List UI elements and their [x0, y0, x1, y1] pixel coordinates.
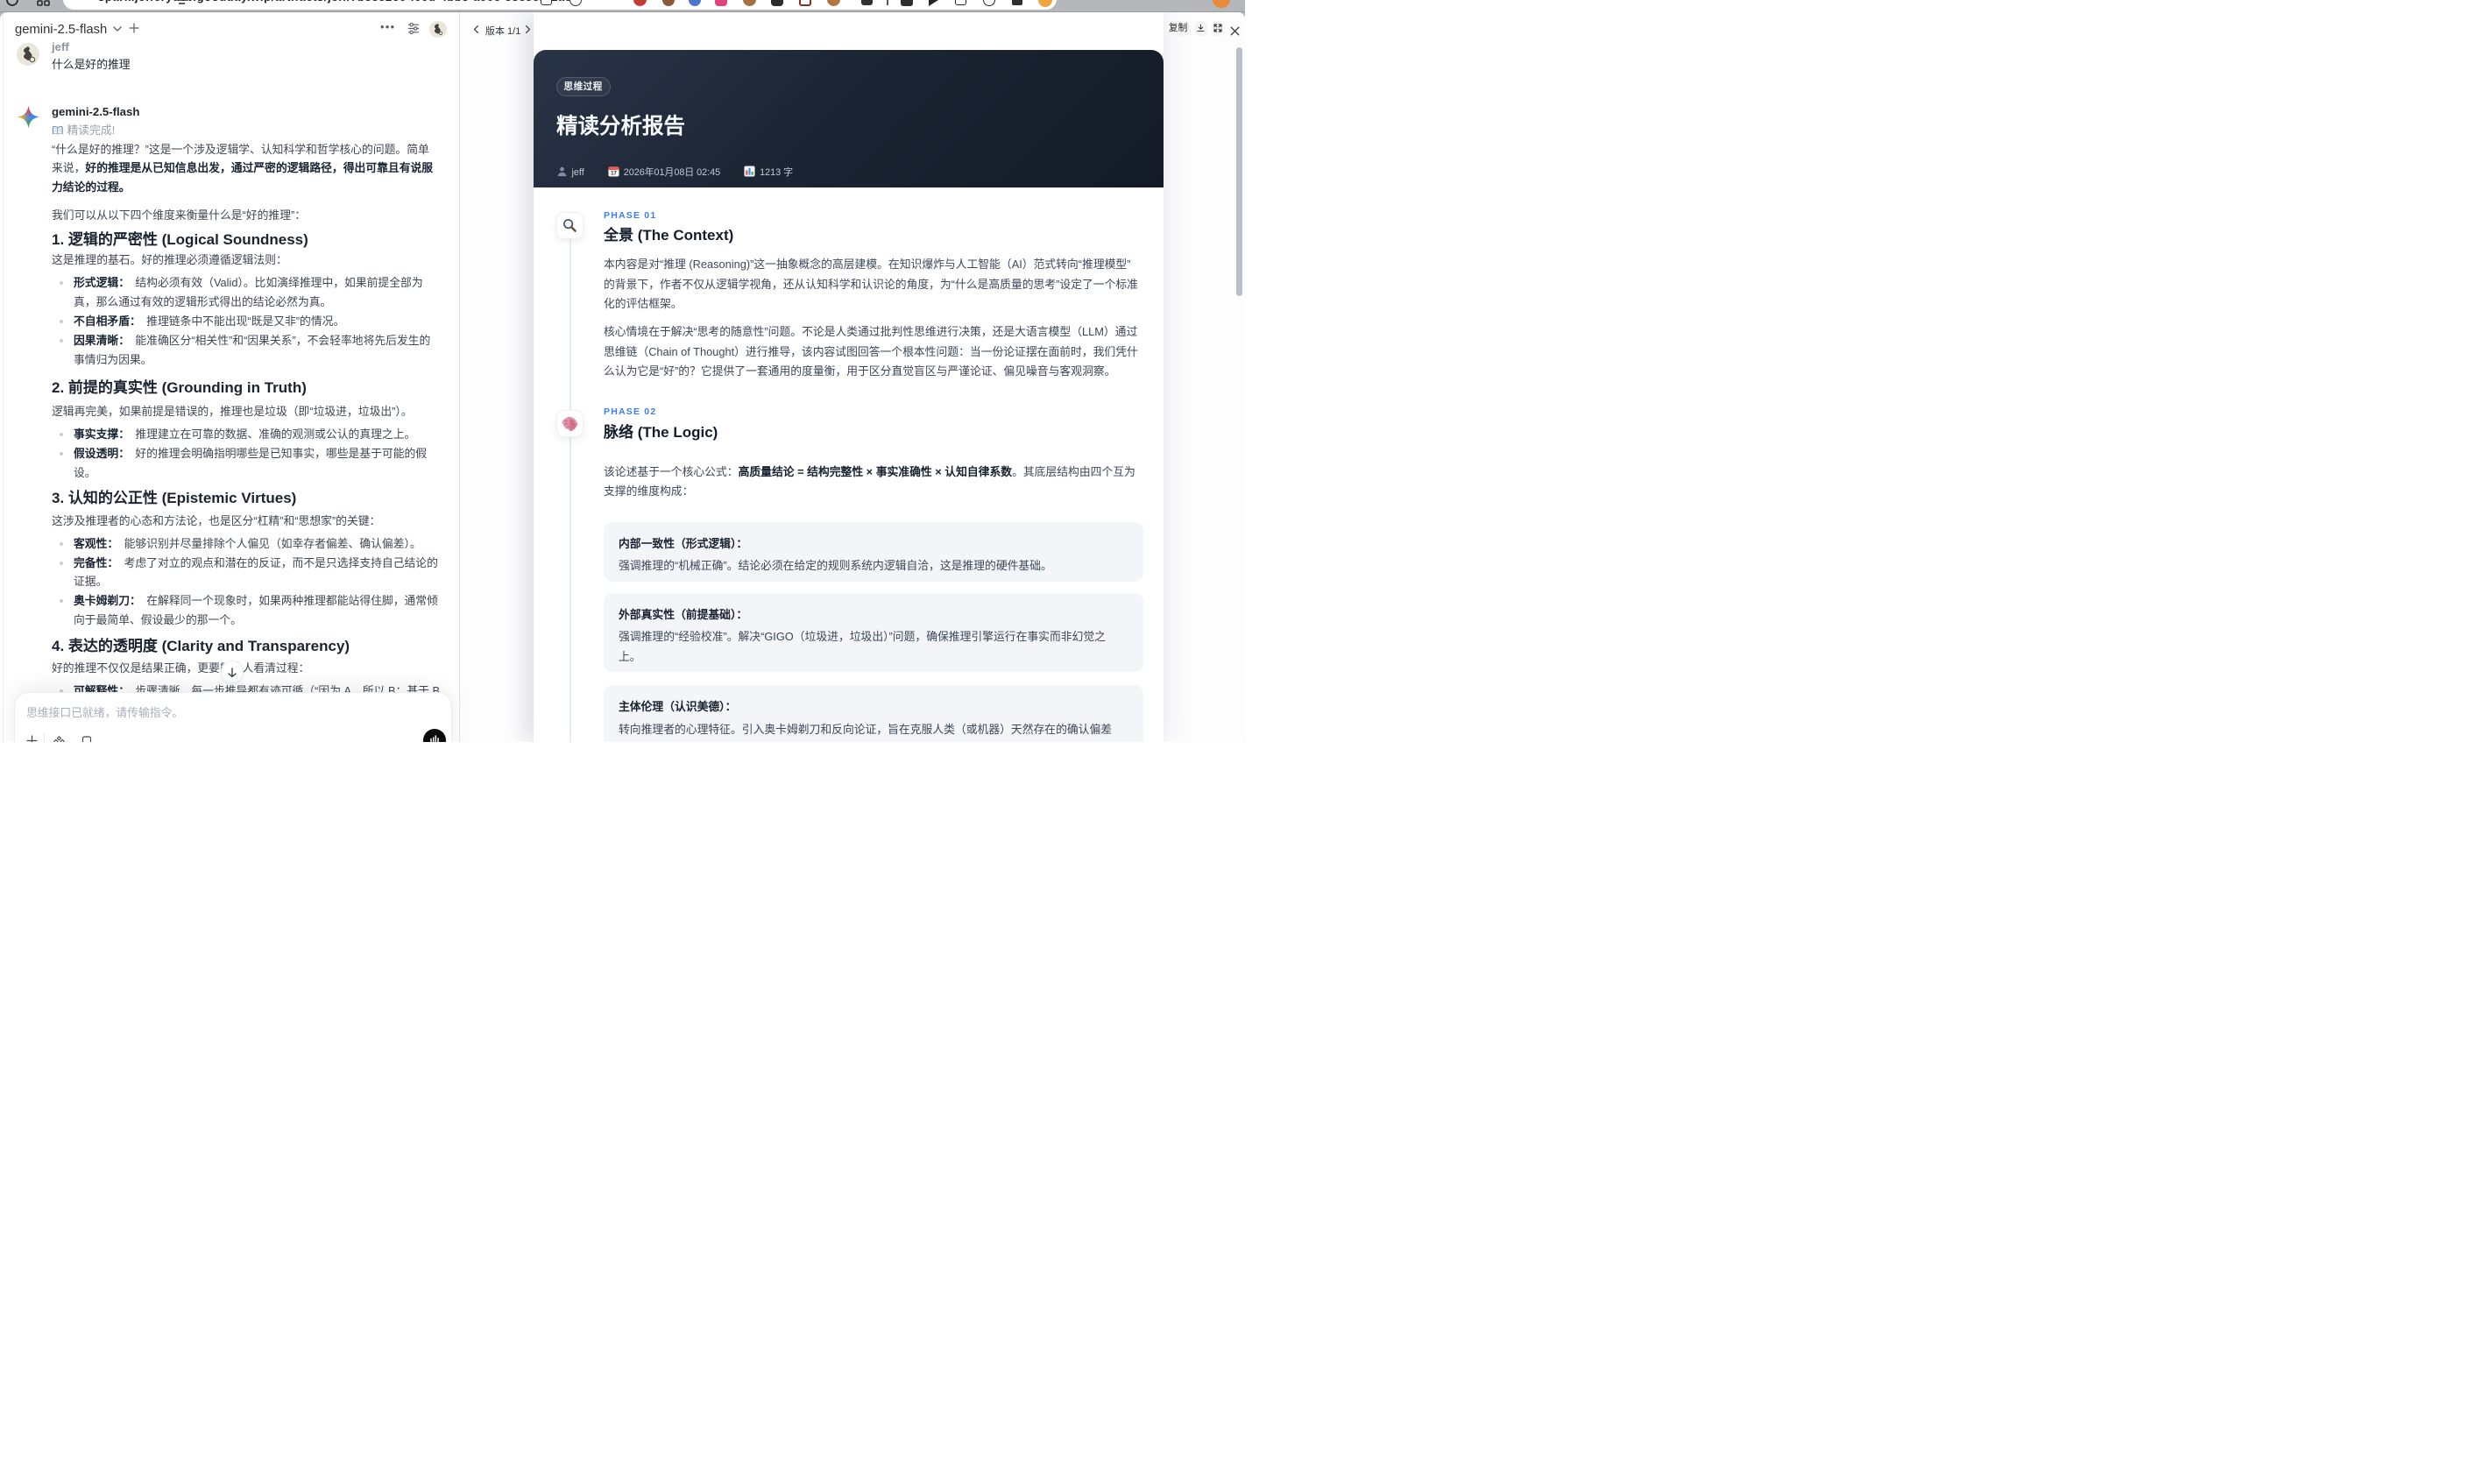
svg-text:17: 17	[611, 172, 617, 177]
